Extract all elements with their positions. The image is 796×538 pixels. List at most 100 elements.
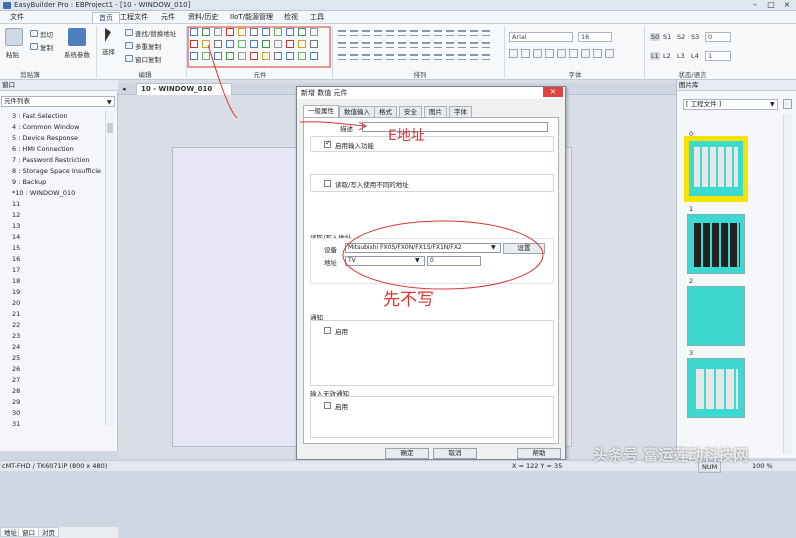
object-list-combo[interactable]: 元件列表 — [1, 96, 115, 107]
object-tool-icon[interactable] — [238, 52, 246, 60]
arrange-tool-icon[interactable] — [422, 54, 430, 60]
window-copy-button[interactable]: 窗口复制 — [135, 54, 161, 64]
address-type-combo[interactable]: TV — [345, 256, 425, 266]
font-format-icon[interactable] — [605, 49, 614, 58]
font-format-icon[interactable] — [581, 49, 590, 58]
arrange-tool-icon[interactable] — [422, 42, 430, 48]
font-format-icon[interactable] — [593, 49, 602, 58]
chevron-down-icon[interactable]: ▼ — [491, 244, 496, 251]
menu-file[interactable]: 文件 — [4, 12, 30, 23]
object-tool-icon[interactable] — [310, 28, 318, 36]
arrange-tool-icon[interactable] — [458, 54, 466, 60]
comment-input[interactable] — [362, 122, 548, 132]
window-list-item[interactable]: 15 — [0, 243, 108, 254]
arrange-tool-icon[interactable] — [446, 30, 454, 36]
notify-enable-checkbox[interactable] — [324, 327, 331, 334]
menu-data-history[interactable]: 资料/历史 — [182, 12, 224, 23]
object-tool-icon[interactable] — [262, 52, 270, 60]
window-list-item[interactable]: 5 : Device Response — [0, 133, 108, 144]
object-tool-icon[interactable] — [286, 52, 294, 60]
select-button[interactable]: 选择 — [102, 46, 115, 56]
thumb-0-selected[interactable] — [684, 136, 748, 202]
arrange-tool-icon[interactable] — [482, 30, 490, 36]
object-tool-icon[interactable] — [214, 52, 222, 60]
library-combo[interactable]: [ 工程文件 ] — [683, 99, 778, 110]
multi-copy-button[interactable]: 多重复制 — [135, 41, 161, 51]
arrange-tool-icon[interactable] — [398, 54, 406, 60]
arrange-tool-icon[interactable] — [362, 54, 370, 60]
arrange-tool-icon[interactable] — [446, 42, 454, 48]
library-settings-icon[interactable] — [783, 99, 792, 109]
chevron-down-icon[interactable]: ▼ — [770, 101, 775, 108]
menu-home[interactable]: 首页 — [92, 12, 120, 23]
arrange-tool-icon[interactable] — [410, 30, 418, 36]
device-combo[interactable]: Mitsubishi FX0S/FX0N/FX1S/FX1N/FX2 — [345, 243, 501, 253]
object-tool-icon[interactable] — [286, 28, 294, 36]
window-list-item[interactable]: *10 : WINDOW_010 — [0, 188, 108, 199]
arrange-tool-icon[interactable] — [410, 42, 418, 48]
object-tool-icon[interactable] — [250, 28, 258, 36]
object-tool-icon[interactable] — [310, 52, 318, 60]
enable-input-checkbox[interactable]: ✓ — [324, 139, 331, 148]
lang-l2[interactable]: L2 — [663, 52, 671, 60]
window-list-item[interactable]: 21 — [0, 309, 108, 320]
help-button[interactable]: 帮助 — [517, 448, 561, 459]
lang-spinner[interactable]: 1 — [705, 51, 731, 61]
arrange-tool-icon[interactable] — [386, 54, 394, 60]
window-list-item[interactable]: 27 — [0, 375, 108, 386]
chevron-down-icon[interactable]: ▼ — [415, 257, 420, 264]
arrange-tool-icon[interactable] — [338, 42, 346, 48]
state-spinner[interactable]: 0 — [705, 32, 731, 42]
arrange-tool-icon[interactable] — [386, 30, 394, 36]
tab-window-010[interactable]: 10 - WINDOW_010 — [136, 83, 232, 95]
close-icon[interactable]: × — [780, 0, 794, 10]
arrange-tool-icon[interactable] — [446, 54, 454, 60]
arrange-tool-icon[interactable] — [434, 30, 442, 36]
arrange-tool-icon[interactable] — [374, 42, 382, 48]
thumb-2[interactable] — [687, 286, 745, 346]
window-list-item[interactable]: 25 — [0, 353, 108, 364]
cut-button[interactable]: 剪切 — [40, 29, 53, 39]
object-tool-icon[interactable] — [298, 52, 306, 60]
minimize-icon[interactable]: – — [748, 0, 762, 10]
arrange-tool-icon[interactable] — [386, 42, 394, 48]
state-s3[interactable]: S3 — [691, 33, 699, 41]
object-tool-icon[interactable] — [250, 52, 258, 60]
object-tool-icon[interactable] — [250, 40, 258, 48]
menu-project[interactable]: 工程文件 — [114, 12, 154, 23]
arrange-tool-icon[interactable] — [434, 54, 442, 60]
menu-iiot[interactable]: IIoT/能源管理 — [224, 12, 279, 23]
diff-address-checkbox[interactable] — [324, 180, 331, 187]
window-list-item[interactable]: 6 : HMI Connection — [0, 144, 108, 155]
arrange-tool-icon[interactable] — [458, 30, 466, 36]
window-list-item[interactable]: 8 : Storage Space Insufficie — [0, 166, 108, 177]
window-list-item[interactable]: 11 — [0, 199, 108, 210]
tab-numeric-input[interactable]: 数值输入 — [339, 106, 375, 117]
window-list-item[interactable]: 19 — [0, 287, 108, 298]
window-list-item[interactable]: 12 — [0, 210, 108, 221]
object-tool-icon[interactable] — [310, 40, 318, 48]
window-list-item[interactable]: 29 — [0, 397, 108, 408]
object-tool-icon[interactable] — [202, 28, 210, 36]
object-tool-icon[interactable] — [274, 28, 282, 36]
window-list-item[interactable]: 20 — [0, 298, 108, 309]
state-s2[interactable]: S2 — [677, 33, 685, 41]
ok-button[interactable]: 确定 — [385, 448, 429, 459]
window-list-item[interactable]: 22 — [0, 320, 108, 331]
arrange-tool-icon[interactable] — [434, 42, 442, 48]
window-list-item[interactable]: 18 — [0, 276, 108, 287]
arrange-tool-icon[interactable] — [470, 54, 478, 60]
lang-l1[interactable]: L1 — [650, 52, 660, 60]
window-list-item[interactable]: 30 — [0, 408, 108, 419]
left-scrollbar[interactable] — [105, 111, 114, 426]
state-s1[interactable]: S1 — [663, 33, 671, 41]
window-list-item[interactable]: 24 — [0, 342, 108, 353]
tab-font[interactable]: 字体 — [449, 106, 472, 117]
menu-objects[interactable]: 元件 — [155, 12, 181, 23]
lang-l3[interactable]: L3 — [677, 52, 685, 60]
arrange-tool-icon[interactable] — [470, 30, 478, 36]
object-tool-icon[interactable] — [238, 28, 246, 36]
arrange-tool-icon[interactable] — [362, 42, 370, 48]
address-input[interactable]: 0 — [427, 256, 481, 266]
arrange-tool-icon[interactable] — [374, 30, 382, 36]
